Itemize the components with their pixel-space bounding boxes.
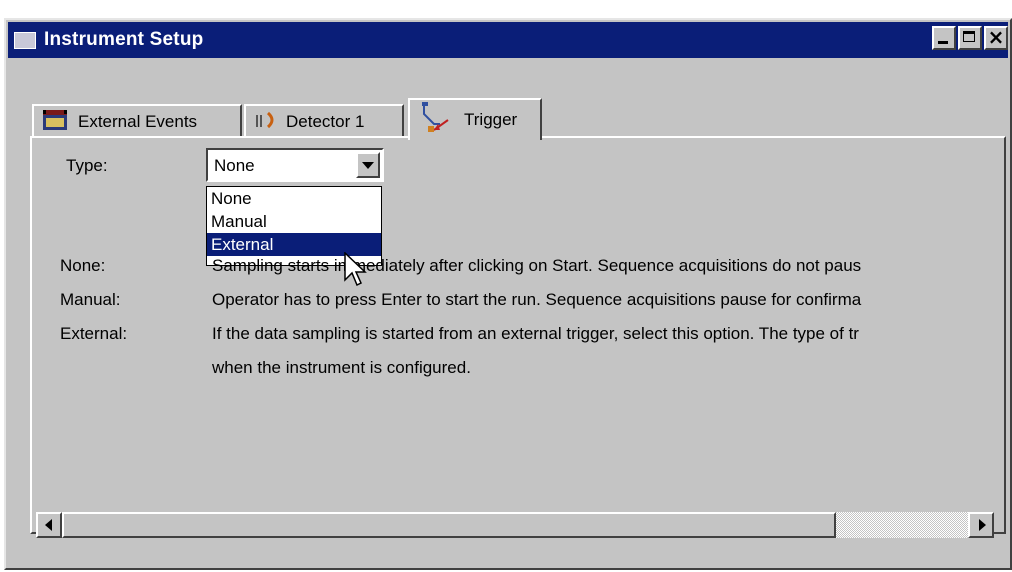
- window-icon: [14, 31, 36, 49]
- dropdown-button[interactable]: [356, 152, 380, 178]
- tab-trigger[interactable]: Trigger: [408, 98, 542, 140]
- desc-term-none: None:: [60, 256, 106, 275]
- tab-label: Detector 1: [286, 112, 365, 131]
- desc-term-manual: Manual:: [60, 290, 121, 309]
- desc-text-none: Sampling starts immediately after clicki…: [212, 256, 862, 275]
- minimize-button[interactable]: [932, 26, 956, 50]
- window-title: Instrument Setup: [44, 29, 204, 50]
- desc-text-external: If the data sampling is started from an …: [212, 324, 859, 343]
- horizontal-scrollbar[interactable]: [36, 512, 994, 538]
- scrollbar-thumb[interactable]: [62, 512, 836, 538]
- desc-term-external: External:: [60, 324, 128, 343]
- calendar-icon: [42, 109, 68, 136]
- maximize-icon: [963, 31, 975, 42]
- tab-label: External Events: [78, 112, 198, 131]
- title-bar[interactable]: Instrument Setup ×: [8, 22, 1008, 58]
- detector-icon: [254, 110, 280, 135]
- mouse-pointer-icon: [344, 252, 367, 287]
- tab-detector-1[interactable]: Detector 1: [244, 104, 404, 138]
- scroll-left-button[interactable]: [36, 512, 62, 538]
- arrow-right-icon: [979, 519, 986, 531]
- arrow-left-icon: [45, 519, 52, 531]
- dropdown-option-none[interactable]: None: [207, 187, 381, 210]
- close-icon: ×: [987, 25, 1005, 49]
- desc-text-external-cont: when the instrument is configured.: [212, 358, 471, 377]
- minimize-icon: [938, 41, 948, 44]
- maximize-button[interactable]: [958, 26, 982, 50]
- tab-external-events[interactable]: External Events: [32, 104, 242, 138]
- dropdown-option-manual[interactable]: Manual: [207, 210, 381, 233]
- scroll-right-button[interactable]: [968, 512, 994, 538]
- trigger-icon: [418, 101, 452, 139]
- close-button[interactable]: ×: [984, 25, 1008, 50]
- tab-label: Trigger: [464, 110, 518, 129]
- trigger-type-select[interactable]: None: [206, 148, 384, 182]
- desc-text-manual: Operator has to press Enter to start the…: [212, 290, 862, 309]
- chevron-down-icon: [362, 162, 374, 169]
- type-label: Type:: [66, 156, 108, 175]
- trigger-type-value: None: [214, 156, 255, 175]
